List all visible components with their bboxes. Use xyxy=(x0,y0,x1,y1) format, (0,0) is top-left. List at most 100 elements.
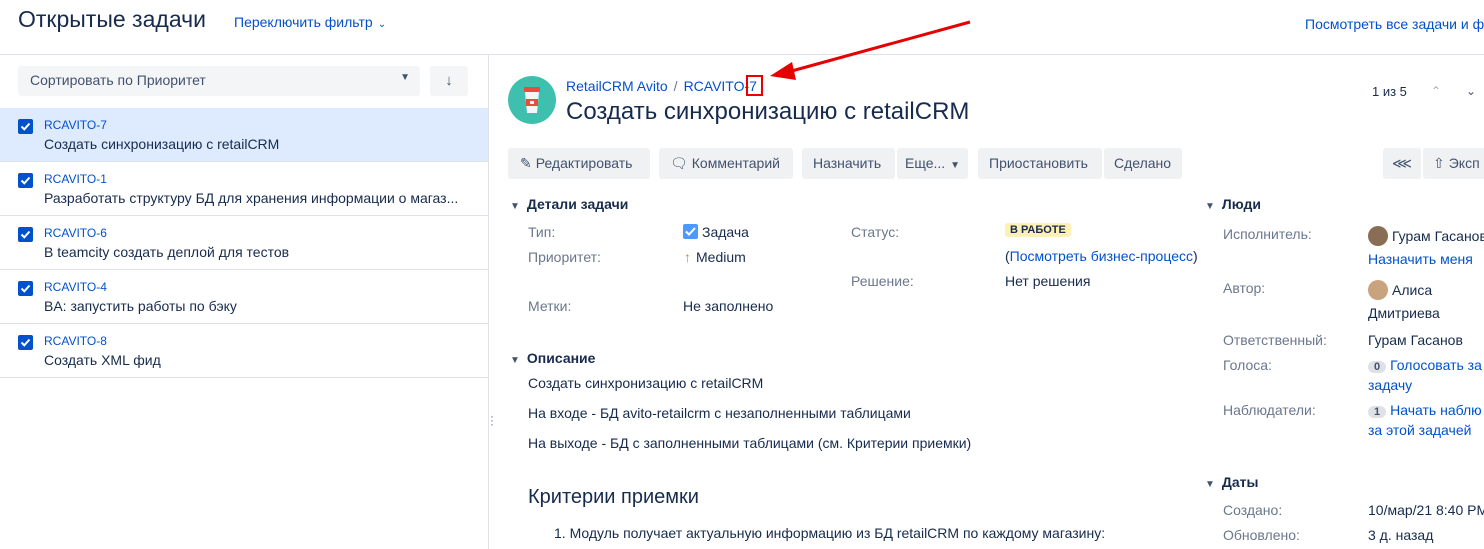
chevron-down-icon: ▼ xyxy=(1205,479,1215,490)
task-type-icon xyxy=(18,227,33,242)
panel-resize-handle[interactable]: · · · xyxy=(490,410,494,430)
project-avatar xyxy=(508,76,556,124)
type-label: Тип: xyxy=(528,224,556,240)
votes-label: Голоса: xyxy=(1223,357,1272,373)
export-label: Эксп xyxy=(1448,155,1480,171)
chevron-up-icon[interactable]: ⌃ xyxy=(1431,84,1441,98)
type-value-text: Задача xyxy=(702,224,749,240)
issue-list: RCAVITO-7 Создать синхронизацию с retail… xyxy=(0,108,488,378)
description-heading: Описание xyxy=(526,350,596,366)
comment-icon: 🗨 xyxy=(670,155,688,171)
task-type-icon xyxy=(683,224,698,239)
view-workflow-link[interactable]: Посмотреть бизнес-процесс xyxy=(1010,248,1193,264)
watch-link[interactable]: Начать наблю xyxy=(1390,402,1482,418)
description-line: Создать синхронизацию с retailCRM xyxy=(528,375,764,391)
watchers-label: Наблюдатели: xyxy=(1223,402,1316,418)
people-heading: Люди xyxy=(1221,196,1261,212)
issue-key-link[interactable]: RCAVITO-7 xyxy=(44,118,107,132)
issue-key-link[interactable]: RCAVITO-6 xyxy=(44,226,107,240)
edit-label: Редактировать xyxy=(535,155,633,171)
more-button[interactable]: Еще... ▼ xyxy=(897,148,968,179)
arrow-down-icon: ↓ xyxy=(445,72,453,89)
issue-summary: Разработать структуру БД для хранения ин… xyxy=(44,190,459,206)
responsible-label: Ответственный: xyxy=(1223,332,1327,348)
issue-list-item[interactable]: RCAVITO-7 Создать синхронизацию с retail… xyxy=(0,108,488,162)
issue-key-link[interactable]: RCAVITO-1 xyxy=(44,172,107,186)
assignee-value: Гурам Гасанов xyxy=(1368,226,1484,246)
chevron-down-icon: ▼ xyxy=(1205,201,1215,212)
chevron-down-icon: ▼ xyxy=(950,160,961,171)
issue-pager: 1 из 5 xyxy=(1372,84,1407,99)
switch-filter-link[interactable]: Переключить фильтр ⌄ xyxy=(234,14,386,30)
issue-list-item[interactable]: RCAVITO-6 В teamcity создать деплой для … xyxy=(0,216,488,270)
comment-button[interactable]: 🗨 Комментарий xyxy=(659,148,793,179)
priority-value-text: Medium xyxy=(696,249,746,265)
created-label: Создано: xyxy=(1223,502,1283,518)
issue-key-link[interactable]: RCAVITO-4 xyxy=(44,280,107,294)
issue-summary: BA: запустить работы по бэку xyxy=(44,298,237,314)
details-heading: Детали задачи xyxy=(526,196,629,212)
assign-to-me-link[interactable]: Назначить меня xyxy=(1368,251,1473,267)
breadcrumb-separator: / xyxy=(673,78,678,94)
sort-select[interactable]: Сортировать по Приоритет ▼ xyxy=(18,66,420,96)
issue-list-panel: Сортировать по Приоритет ▼ ↓ RCAVITO-7 С… xyxy=(0,55,489,549)
assign-button[interactable]: Назначить xyxy=(802,148,895,179)
task-type-icon xyxy=(18,119,33,134)
description-line: На входе - БД avito-retailcrm с незаполн… xyxy=(528,405,911,421)
issue-key-prefix: RCAVITO- xyxy=(683,78,750,94)
issue-summary: Создать XML фид xyxy=(44,352,161,368)
criteria-item: 1. Модуль получает актуальную информацию… xyxy=(554,525,1106,541)
chevron-down-icon: ⌄ xyxy=(377,19,387,30)
priority-label: Приоритет: xyxy=(528,249,601,265)
updated-value: 3 д. назад xyxy=(1368,527,1434,543)
vote-link-line2[interactable]: задачу xyxy=(1368,377,1412,393)
workflow-link-wrapper: (Посмотреть бизнес-процесс) xyxy=(1005,248,1198,264)
type-value: Задача xyxy=(683,224,749,240)
chevron-down-icon: ▼ xyxy=(510,201,520,212)
watch-link-line2[interactable]: за этой задачей xyxy=(1368,422,1471,438)
resolution-label: Решение: xyxy=(851,273,914,289)
export-button[interactable]: ⇧ Эксп xyxy=(1423,148,1484,179)
done-button[interactable]: Сделано xyxy=(1104,148,1182,179)
author-name-line2: Дмитриева xyxy=(1368,305,1440,321)
resolution-value: Нет решения xyxy=(1005,273,1091,289)
share-icon: ⋘ xyxy=(1392,155,1412,171)
chevron-down-icon[interactable]: ⌄ xyxy=(1466,84,1476,98)
edit-button[interactable]: ✎ Редактировать xyxy=(508,148,650,179)
assign-label: Назначить xyxy=(813,155,882,171)
share-button[interactable]: ⋘ xyxy=(1383,148,1421,179)
people-section-header[interactable]: ▼ Люди xyxy=(1205,196,1261,212)
dates-section-header[interactable]: ▼ Даты xyxy=(1205,474,1258,490)
details-section-header[interactable]: ▼ Детали задачи xyxy=(510,196,628,212)
coffee-cup-icon xyxy=(524,87,540,113)
assignee-name: Гурам Гасанов xyxy=(1392,228,1484,244)
view-all-issues-link[interactable]: Посмотреть все задачи и ф xyxy=(1305,16,1484,32)
description-section-header[interactable]: ▼ Описание xyxy=(510,350,595,366)
assignee-label: Исполнитель: xyxy=(1223,226,1312,242)
status-badge: В РАБОТЕ xyxy=(1005,223,1071,237)
issue-list-item[interactable]: RCAVITO-4 BA: запустить работы по бэку xyxy=(0,270,488,324)
issue-title: Создать синхронизацию с retailCRM xyxy=(566,98,970,125)
avatar xyxy=(1368,280,1388,300)
issue-summary: Создать синхронизацию с retailCRM xyxy=(44,136,280,152)
issue-key-link[interactable]: RCAVITO-8 xyxy=(44,334,107,348)
issue-list-item[interactable]: RCAVITO-1 Разработать структуру БД для х… xyxy=(0,162,488,216)
author-name-line1: Алиса xyxy=(1392,282,1433,298)
watchers-value: 1 Начать наблю xyxy=(1368,402,1482,418)
comment-label: Комментарий xyxy=(691,155,780,171)
labels-value: Не заполнено xyxy=(683,298,774,314)
dates-heading: Даты xyxy=(1221,474,1259,490)
breadcrumb-project-link[interactable]: RetailCRM Avito xyxy=(566,78,668,94)
stop-label: Приостановить xyxy=(989,155,1088,171)
arrow-up-priority-icon: ↑ xyxy=(684,249,691,265)
issue-summary: В teamcity создать деплой для тестов xyxy=(44,244,290,260)
breadcrumb: RetailCRM Avito / RCAVITO-7 xyxy=(566,78,757,94)
annotation-arrow-icon xyxy=(770,20,971,80)
stop-progress-button[interactable]: Приостановить xyxy=(978,148,1102,179)
task-type-icon xyxy=(18,335,33,350)
issue-list-item[interactable]: RCAVITO-8 Создать XML фид xyxy=(0,324,488,378)
watchers-count-badge: 1 xyxy=(1368,406,1387,418)
priority-value: ↑ Medium xyxy=(684,249,746,265)
vote-link[interactable]: Голосовать за xyxy=(1390,357,1482,373)
sort-direction-button[interactable]: ↓ xyxy=(430,66,468,96)
